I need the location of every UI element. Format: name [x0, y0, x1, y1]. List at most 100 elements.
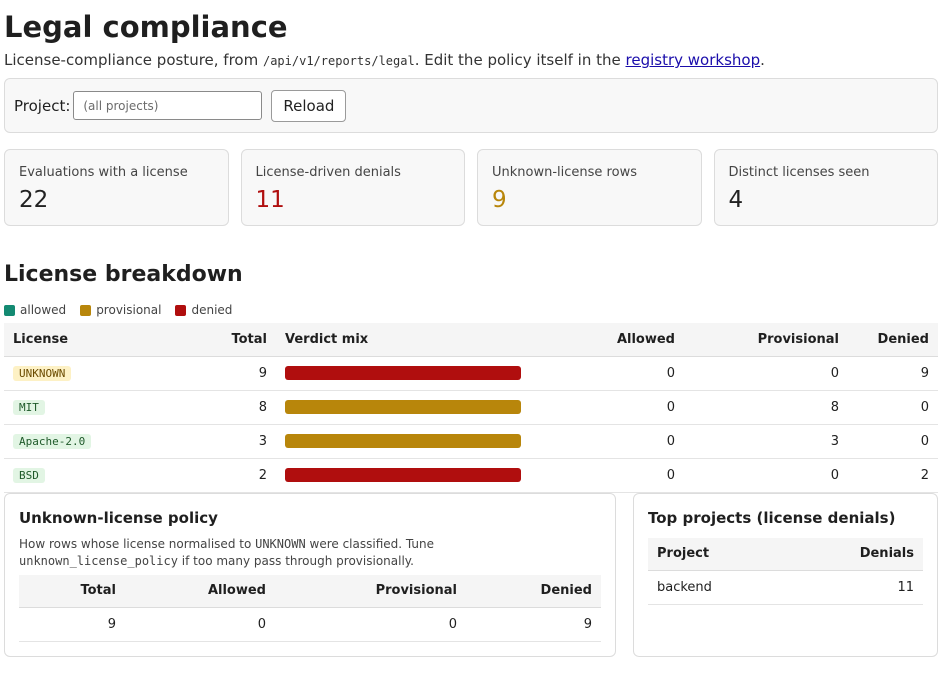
col-provisional: Provisional — [275, 574, 466, 608]
allowed-cell: 0 — [125, 607, 275, 642]
verdict-mix-cell — [276, 390, 530, 425]
table-header-row: Project Denials — [648, 537, 923, 571]
legend-label: denied — [191, 303, 233, 317]
col-verdict-mix: Verdict mix — [276, 323, 530, 357]
card-value: 11 — [255, 187, 285, 213]
page-subtitle: License-compliance posture, from /api/v1… — [4, 50, 938, 71]
breakdown-title: License breakdown — [4, 262, 243, 287]
summary-cards: Evaluations with a license 22 License-dr… — [4, 149, 938, 226]
total-cell: 9 — [174, 356, 276, 391]
card-unknown: Unknown-license rows 9 — [477, 149, 702, 226]
verdict-bar — [285, 434, 521, 448]
verdict-legend: allowed provisional denied — [4, 302, 938, 318]
provisional-cell: 0 — [684, 458, 848, 493]
reload-button[interactable]: Reload — [271, 89, 347, 122]
denied-cell: 0 — [848, 424, 938, 459]
card-value: 9 — [492, 187, 507, 213]
unknown-policy-table: Total Allowed Provisional Denied 9 0 0 9 — [19, 574, 601, 642]
license-breakdown-table: License Total Verdict mix Allowed Provis… — [4, 323, 938, 493]
table-row: 9 0 0 9 — [19, 607, 601, 642]
table-row: BSD 2 0 0 2 — [4, 458, 938, 493]
col-total: Total — [19, 574, 125, 608]
table-header-row: Total Allowed Provisional Denied — [19, 574, 601, 608]
col-allowed: Allowed — [530, 323, 684, 357]
denied-cell: 9 — [466, 607, 601, 642]
legend-swatch — [4, 304, 15, 316]
license-tag: Apache-2.0 — [13, 433, 92, 449]
panel-description: How rows whose license normalised to UNK… — [19, 536, 601, 570]
provisional-cell: 8 — [684, 390, 848, 425]
license-tag: MIT — [13, 399, 45, 415]
endpoint-path: /api/v1/reports/legal — [262, 54, 415, 68]
project-input[interactable] — [73, 91, 263, 120]
registry-workshop-link[interactable]: registry workshop — [626, 51, 761, 69]
col-denials: Denials — [786, 537, 923, 571]
legend-swatch — [80, 304, 92, 316]
subtitle-prefix: License-compliance posture, from — [4, 51, 263, 69]
denied-cell: 9 — [848, 356, 938, 391]
top-projects-panel: Top projects (license denials) Project D… — [633, 492, 938, 657]
license-tag: UNKNOWN — [13, 365, 72, 381]
panel-title: Top projects (license denials) — [648, 508, 896, 527]
project-cell: backend — [648, 570, 787, 605]
desc-code-policy: unknown_license_policy — [19, 553, 178, 568]
verdict-bar — [285, 468, 521, 482]
bottom-panels: Unknown-license policy How rows whose li… — [4, 492, 938, 657]
allowed-cell: 0 — [530, 390, 684, 425]
page-title: Legal compliance — [4, 10, 288, 44]
project-filter-bar: Project: Reload — [4, 78, 938, 133]
desc-code-unknown: UNKNOWN — [255, 536, 306, 551]
card-value: 4 — [728, 187, 744, 213]
card-label: Evaluations with a license — [19, 165, 188, 180]
desc-text: if too many pass through provisionally. — [177, 553, 414, 568]
verdict-mix-cell — [276, 356, 530, 391]
legend-allowed: allowed — [4, 303, 66, 317]
card-value: 22 — [19, 187, 49, 213]
total-cell: 2 — [174, 458, 276, 493]
provisional-cell: 3 — [684, 424, 848, 459]
col-denied: Denied — [848, 323, 938, 357]
card-evaluations: Evaluations with a license 22 — [4, 149, 229, 226]
allowed-cell: 0 — [530, 424, 684, 459]
verdict-bar — [285, 366, 521, 380]
top-projects-table: Project Denials backend 11 — [648, 537, 923, 605]
table-header-row: License Total Verdict mix Allowed Provis… — [4, 323, 938, 357]
allowed-cell: 0 — [530, 458, 684, 493]
table-row: Apache-2.0 3 0 3 0 — [4, 424, 938, 459]
desc-text: How rows whose license normalised to — [19, 536, 256, 551]
license-cell: Apache-2.0 — [4, 424, 174, 459]
table-row: UNKNOWN 9 0 0 9 — [4, 356, 938, 391]
col-denied: Denied — [466, 574, 601, 608]
page: Legal compliance License-compliance post… — [0, 0, 949, 657]
denied-cell: 2 — [848, 458, 938, 493]
legend-denied: denied — [175, 303, 232, 317]
card-denials: License-driven denials 11 — [240, 149, 465, 226]
subtitle-middle: . Edit the policy itself in the — [414, 51, 626, 69]
denied-cell: 0 — [848, 390, 938, 425]
legend-provisional: provisional — [80, 303, 161, 317]
total-cell: 8 — [174, 390, 276, 425]
table-row: backend 11 — [648, 570, 923, 605]
desc-text: were classified. Tune — [305, 536, 434, 551]
verdict-mix-cell — [276, 424, 530, 459]
total-cell: 9 — [19, 607, 125, 642]
license-tag: BSD — [13, 467, 45, 483]
verdict-bar — [285, 400, 521, 414]
legend-label: provisional — [96, 303, 162, 317]
license-cell: UNKNOWN — [4, 356, 174, 391]
col-provisional: Provisional — [684, 323, 848, 357]
license-cell: BSD — [4, 458, 174, 493]
allowed-cell: 0 — [530, 356, 684, 391]
provisional-cell: 0 — [275, 607, 466, 642]
card-label: License-driven denials — [255, 165, 401, 180]
legend-swatch — [175, 304, 187, 316]
project-label: Project: — [14, 96, 71, 115]
col-project: Project — [648, 537, 787, 571]
card-distinct: Distinct licenses seen 4 — [713, 149, 938, 226]
card-label: Distinct licenses seen — [728, 165, 870, 180]
unknown-license-policy-panel: Unknown-license policy How rows whose li… — [4, 492, 616, 657]
col-total: Total — [174, 323, 276, 357]
verdict-mix-cell — [276, 458, 530, 493]
total-cell: 3 — [174, 424, 276, 459]
col-allowed: Allowed — [125, 574, 275, 608]
